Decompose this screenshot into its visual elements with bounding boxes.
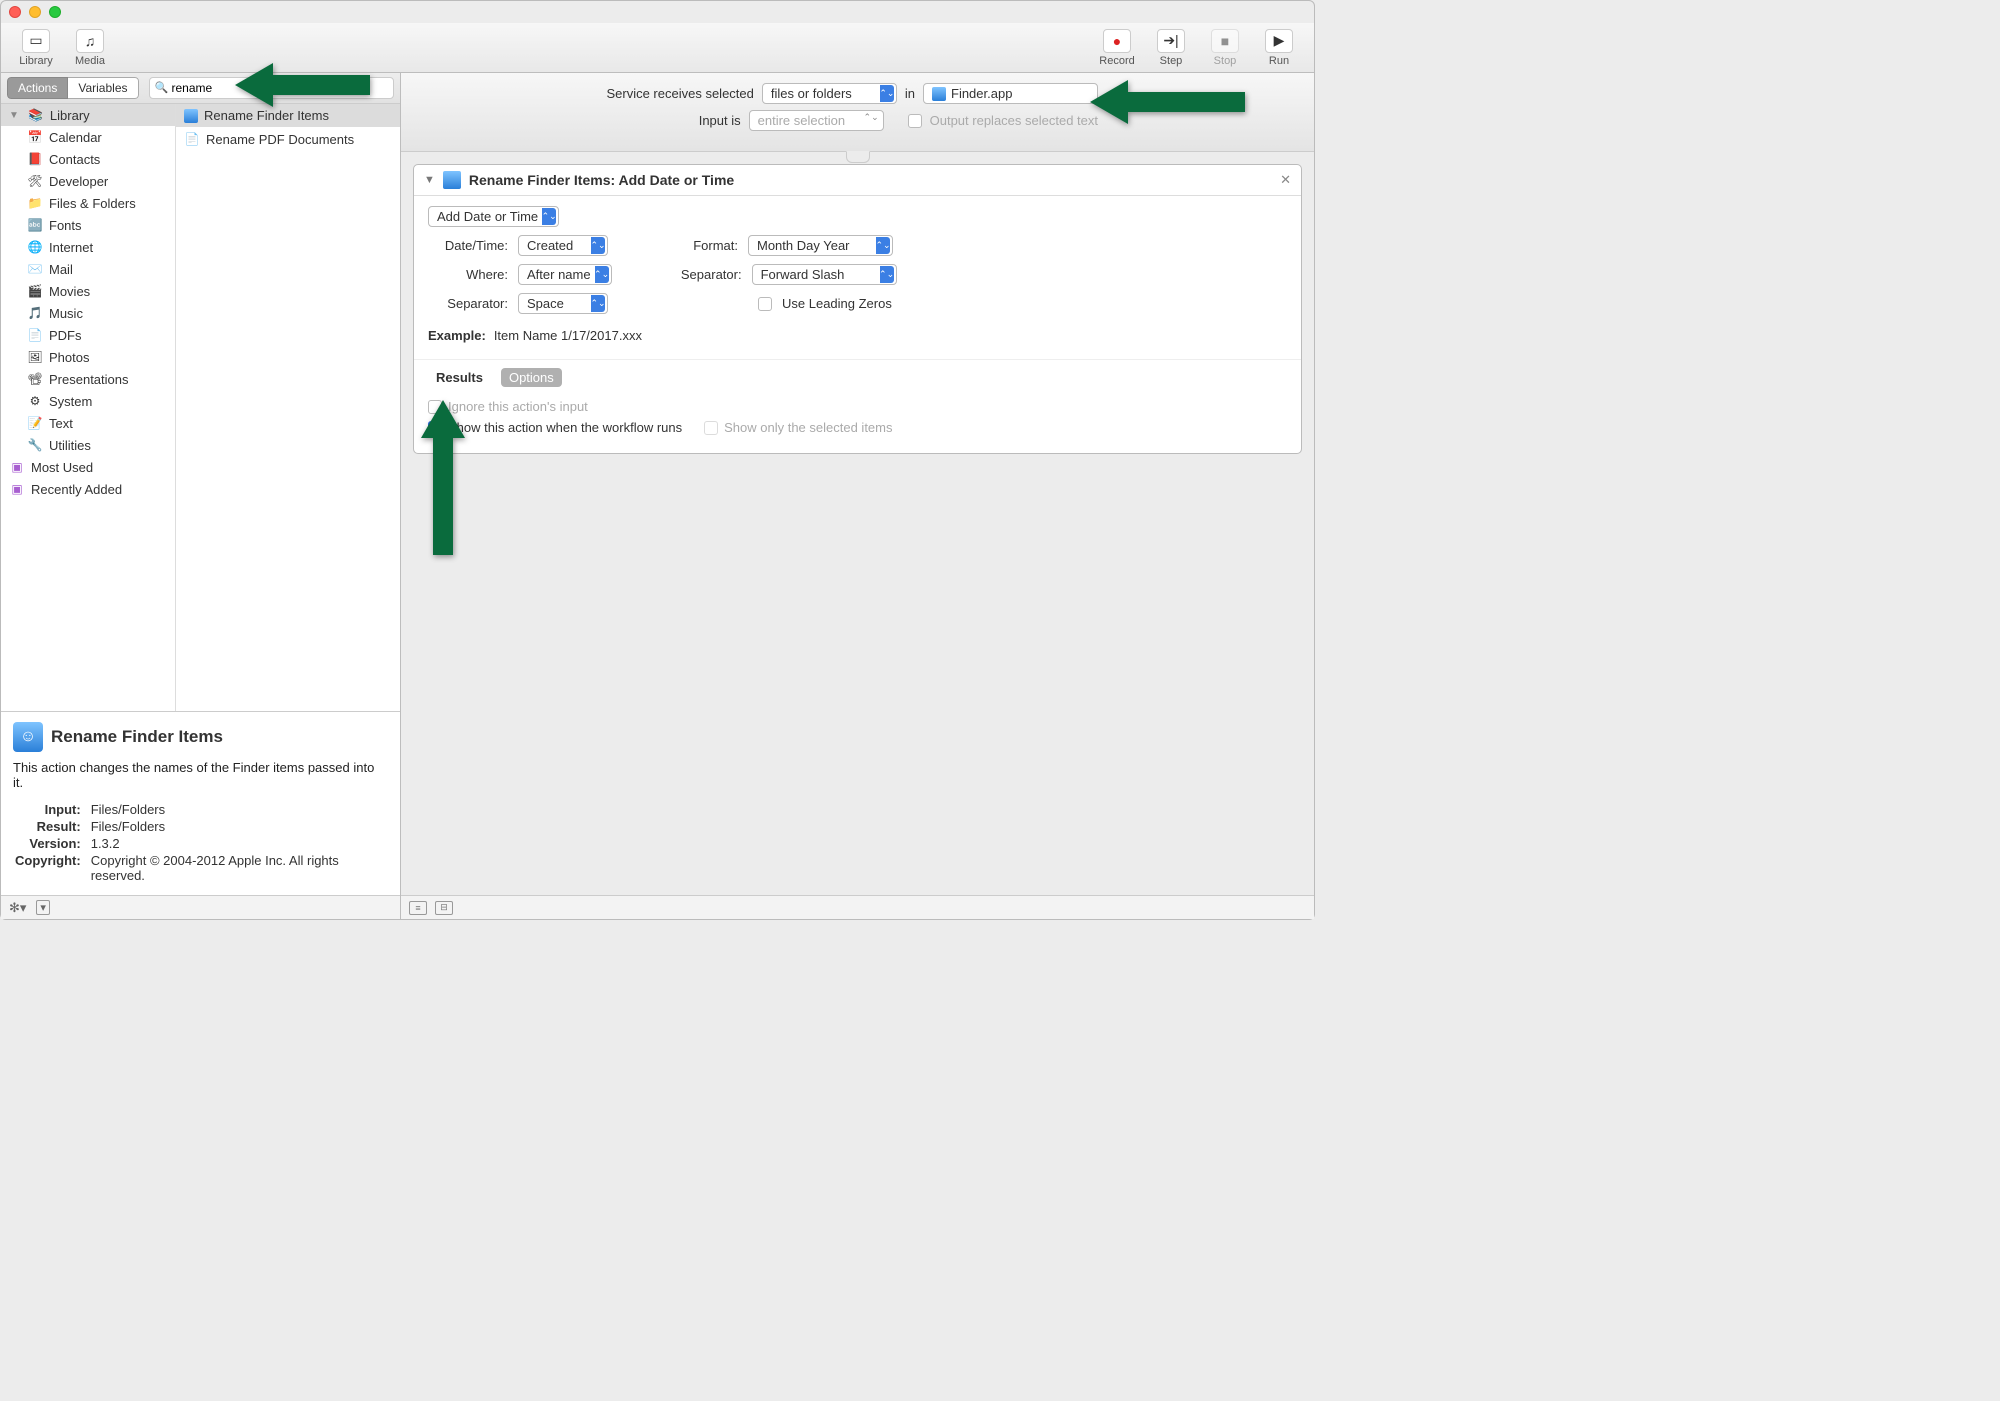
library-root[interactable]: ▼📚Library <box>1 104 175 126</box>
run-icon: ▶ <box>1265 29 1293 53</box>
separator1-select[interactable]: Space <box>518 293 608 314</box>
search-icon: 🔍 <box>155 81 169 94</box>
action-info-pane: ☺ Rename Finder Items This action change… <box>1 711 400 895</box>
cat-movies[interactable]: 🎬Movies <box>1 280 175 302</box>
cat-presentations[interactable]: 📽Presentations <box>1 368 175 390</box>
where-select[interactable]: After name <box>518 264 612 285</box>
cat-calendar[interactable]: 📅Calendar <box>1 126 175 148</box>
cat-internet[interactable]: 🌐Internet <box>1 236 175 258</box>
leading-zeros-checkbox[interactable] <box>758 297 772 311</box>
record-icon: ● <box>1103 29 1131 53</box>
annotation-arrow-search <box>235 55 375 115</box>
cat-recently-added[interactable]: ▣Recently Added <box>1 478 175 500</box>
action-rename-finder-items: ▼ Rename Finder Items: Add Date or Time … <box>413 164 1302 454</box>
example-row: Example:Item Name 1/17/2017.xxx <box>428 322 1287 349</box>
finder-app-icon <box>932 87 946 101</box>
toolbar-record-button[interactable]: ● Record <box>1092 29 1142 67</box>
action-close-button[interactable]: ✕ <box>1280 172 1291 188</box>
close-window-button[interactable] <box>9 6 21 18</box>
cat-fonts[interactable]: 🔤Fonts <box>1 214 175 236</box>
toolbar-media-button[interactable]: ♫ Media <box>65 29 115 67</box>
input-is-label: Input is <box>699 113 741 128</box>
annotation-arrow-checkbox <box>413 400 473 560</box>
step-icon: ➔| <box>1157 29 1185 53</box>
tab-options[interactable]: Options <box>501 368 562 387</box>
workflow-view-log-icon[interactable]: ⊟ <box>435 901 453 915</box>
cat-files-folders[interactable]: 📁Files & Folders <box>1 192 175 214</box>
cat-pdfs[interactable]: 📄PDFs <box>1 324 175 346</box>
action-finder-icon <box>443 171 461 189</box>
cat-text[interactable]: 📝Text <box>1 412 175 434</box>
datetime-select[interactable]: Created <box>518 235 608 256</box>
cat-system[interactable]: ⚙System <box>1 390 175 412</box>
service-receives-select[interactable]: files or folders <box>762 83 897 104</box>
media-icon: ♫ <box>76 29 104 53</box>
service-receives-label: Service receives selected <box>606 86 753 101</box>
info-title: Rename Finder Items <box>51 727 223 747</box>
tab-results[interactable]: Results <box>428 368 491 387</box>
sidebar-mode-segmented[interactable]: Actions Variables <box>7 77 139 99</box>
toolbar: ▭ Library ♫ Media ● Record ➔| Step ■ Sto… <box>1 23 1314 73</box>
action-disclosure-icon[interactable]: ▼ <box>424 174 435 186</box>
cat-utilities[interactable]: 🔧Utilities <box>1 434 175 456</box>
cat-contacts[interactable]: 📕Contacts <box>1 148 175 170</box>
library-category-list[interactable]: ▼📚Library 📅Calendar 📕Contacts 🛠Developer… <box>1 104 176 711</box>
separator2-select[interactable]: Forward Slash <box>752 264 897 285</box>
action-title: Rename Finder Items: Add Date or Time <box>469 172 1272 188</box>
stop-icon: ■ <box>1211 29 1239 53</box>
cat-developer[interactable]: 🛠Developer <box>1 170 175 192</box>
zoom-window-button[interactable] <box>49 6 61 18</box>
window-titlebar <box>1 1 1314 23</box>
input-is-select: entire selection <box>749 110 884 131</box>
result-rename-pdf-documents[interactable]: 📄Rename PDF Documents <box>176 127 400 151</box>
service-app-field[interactable]: Finder.app <box>923 83 1098 104</box>
cat-mail[interactable]: ✉️Mail <box>1 258 175 280</box>
cat-most-used[interactable]: ▣Most Used <box>1 456 175 478</box>
cat-music[interactable]: 🎵Music <box>1 302 175 324</box>
minimize-window-button[interactable] <box>29 6 41 18</box>
format-select[interactable]: Month Day Year <box>748 235 893 256</box>
actions-results-list[interactable]: Rename Finder Items 📄Rename PDF Document… <box>176 104 400 711</box>
show-only-selected-checkbox <box>704 421 718 435</box>
info-description: This action changes the names of the Fin… <box>13 760 388 790</box>
gear-menu-icon[interactable]: ✻▾ <box>9 900 26 916</box>
tab-actions[interactable]: Actions <box>7 77 68 99</box>
toolbar-step-button[interactable]: ➔| Step <box>1146 29 1196 67</box>
annotation-arrow-app-field <box>1090 72 1250 132</box>
output-replaces-checkbox <box>908 114 922 128</box>
finder-icon: ☺ <box>13 722 43 752</box>
rename-mode-select[interactable]: Add Date or Time <box>428 206 559 227</box>
cat-photos[interactable]: 🖼Photos <box>1 346 175 368</box>
tab-variables[interactable]: Variables <box>68 77 138 99</box>
workflow-view-list-icon[interactable]: ≡ <box>409 901 427 915</box>
toolbar-library-button[interactable]: ▭ Library <box>11 29 61 67</box>
toolbar-stop-button[interactable]: ■ Stop <box>1200 29 1250 67</box>
library-icon: ▭ <box>22 29 50 53</box>
toolbar-run-button[interactable]: ▶ Run <box>1254 29 1304 67</box>
collapse-icon[interactable]: ▾ <box>36 900 50 915</box>
